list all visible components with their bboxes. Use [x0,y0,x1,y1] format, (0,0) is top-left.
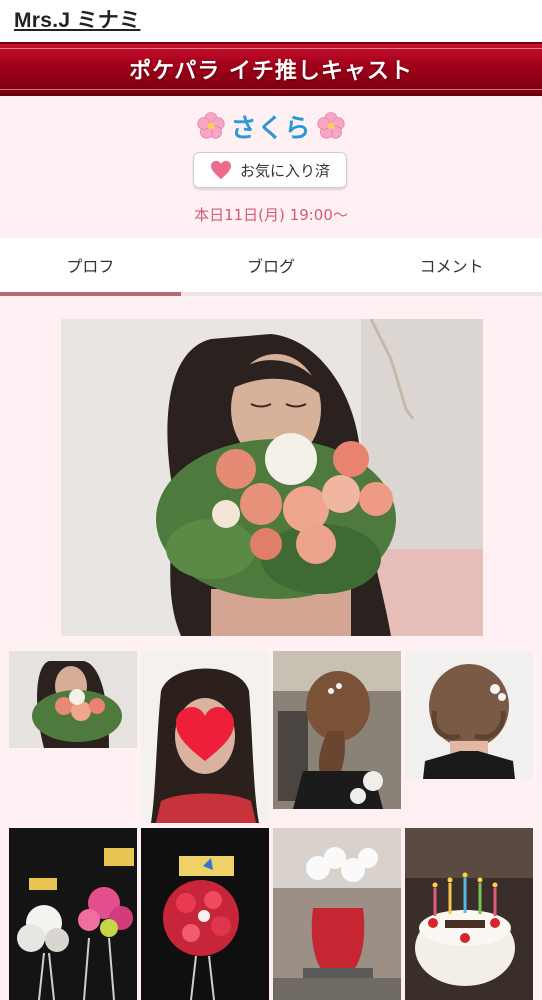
main-photo[interactable] [61,319,483,636]
photo-gallery [0,296,542,1000]
tab-profile[interactable]: プロフ [0,238,181,296]
cast-name-row: さくら [0,108,542,144]
gallery-thumb[interactable] [273,651,401,809]
cast-profile-header: さくら お気に入り済 本日11日(月) 19:00〜 [0,96,542,238]
gallery-thumb[interactable] [141,651,269,823]
tab-comment[interactable]: コメント [361,238,542,292]
favorite-button[interactable]: お気に入り済 [193,152,347,188]
cherry-blossom-icon [197,112,226,139]
banner-title: ポケパラ イチ推しキャスト [129,59,413,84]
gallery-thumb[interactable] [273,828,401,1000]
favorite-label: お気に入り済 [239,161,330,180]
shop-title[interactable]: Mrs.J ミナミ [14,4,140,34]
gallery-thumb[interactable] [141,828,269,1000]
tab-blog[interactable]: ブログ [181,238,362,292]
gallery-thumb[interactable] [9,651,137,748]
cherry-blossom-icon [316,112,345,139]
gallery-thumb[interactable] [405,651,533,779]
schedule-text: 本日11日(月) 19:00〜 [194,206,348,224]
gallery-thumb[interactable] [405,828,533,1000]
pickup-cast-banner: ポケパラ イチ推しキャスト [0,42,542,96]
heart-icon [210,160,231,180]
profile-tabs: プロフ ブログ コメント [0,238,542,296]
gallery-thumb[interactable] [9,828,137,1000]
cast-name: さくら [230,113,312,144]
